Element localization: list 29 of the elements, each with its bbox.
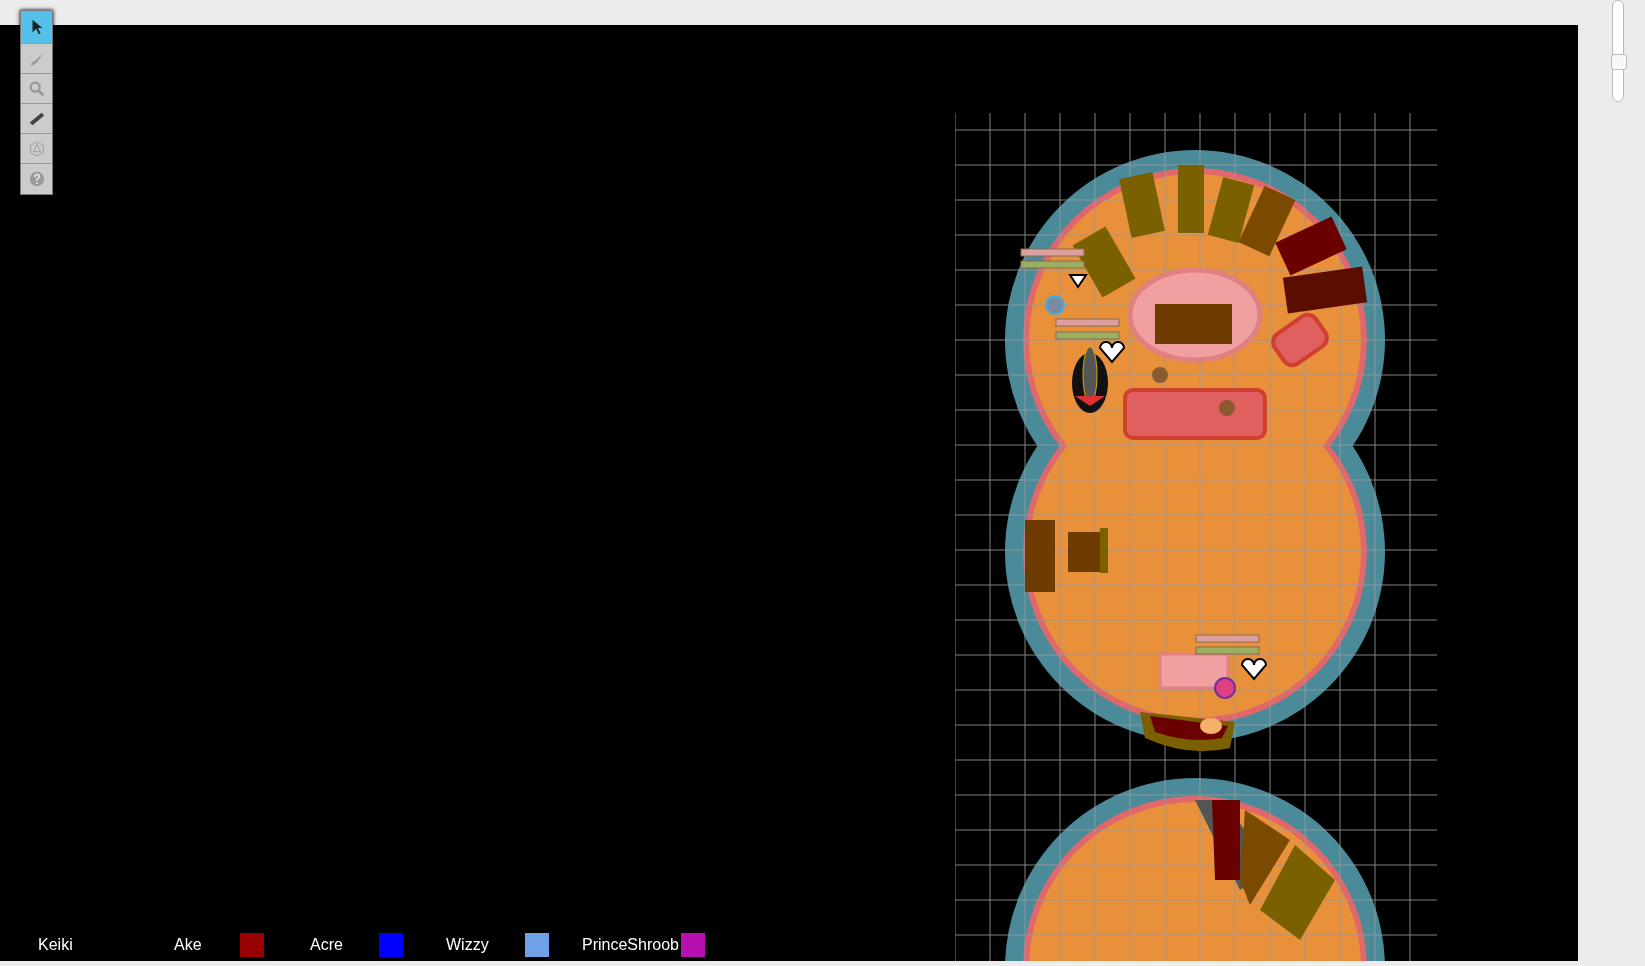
player-name: Wizzy: [446, 936, 489, 954]
player-name: PrinceShroob: [582, 936, 679, 954]
tool-button[interactable]: [21, 104, 52, 134]
creature-token[interactable]: [1152, 367, 1168, 383]
desk-drawing: [1068, 528, 1108, 573]
shield-icon: [1068, 274, 1088, 289]
tool-button[interactable]: [21, 11, 52, 44]
cabinet: [1025, 520, 1055, 592]
slider-thumb[interactable]: [1611, 54, 1627, 70]
player-name: Acre: [310, 936, 343, 954]
heart-icon: [1241, 658, 1267, 680]
health-bars-drawing: [1020, 248, 1085, 269]
health-bars-drawing: [1195, 634, 1260, 655]
shark-token-drawing[interactable]: [1072, 346, 1108, 413]
bench: [1275, 216, 1347, 276]
map-canvas[interactable]: Keiki Ake Acre Wizzy PrinceShroob: [0, 25, 1578, 961]
rug: [1158, 652, 1230, 690]
creature-token[interactable]: [1219, 400, 1235, 416]
magnifier-icon: [27, 79, 46, 98]
health-bars-drawing: [1055, 318, 1120, 340]
bench: [1119, 172, 1165, 238]
help-icon: [27, 170, 46, 188]
player-name: Keiki: [38, 936, 73, 954]
heart-icon: [1099, 341, 1125, 363]
zoom-slider[interactable]: [1612, 0, 1624, 102]
bench: [1207, 176, 1255, 244]
player-name: Ake: [174, 936, 202, 954]
dice-icon: [27, 139, 46, 158]
bench: [1178, 165, 1204, 233]
